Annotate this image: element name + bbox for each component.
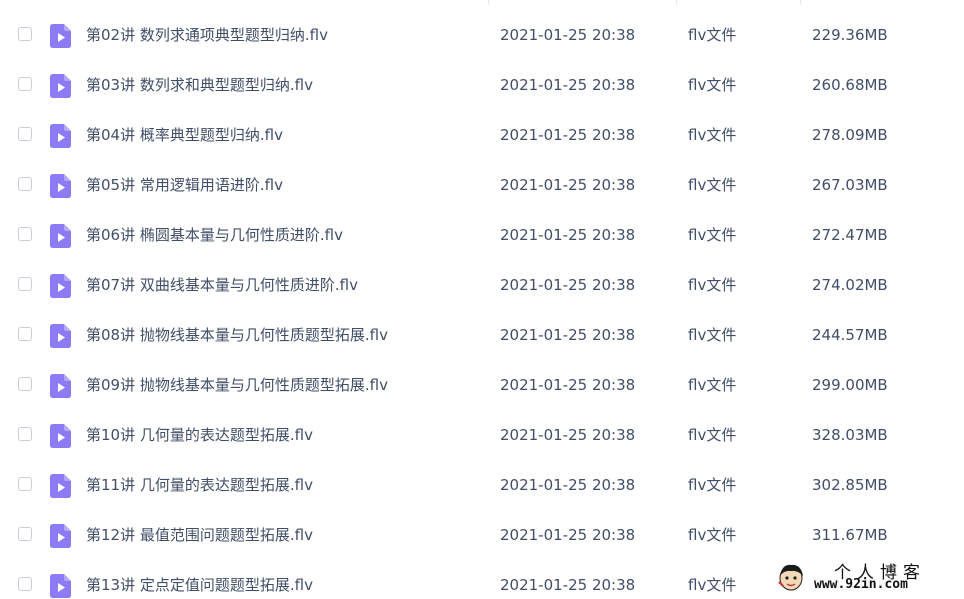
file-modified-date: 2021-01-25 20:38 <box>500 376 636 394</box>
row-checkbox[interactable] <box>18 327 32 341</box>
video-file-icon <box>50 174 71 198</box>
file-size: 244.57MB <box>812 326 888 344</box>
file-type: flv文件 <box>688 26 737 44</box>
video-file-icon <box>50 324 71 348</box>
file-type: flv文件 <box>688 176 737 194</box>
file-name[interactable]: 第03讲 数列求和典型题型归纳.flv <box>86 74 313 96</box>
row-checkbox[interactable] <box>18 277 32 291</box>
file-list: 第02讲 数列求通项典型题型归纳.flv 2021-01-25 20:38 fl… <box>0 0 964 599</box>
file-size: 267.03MB <box>812 176 888 194</box>
file-modified-date: 2021-01-25 20:38 <box>500 576 636 594</box>
file-type: flv文件 <box>688 276 737 294</box>
cartoon-face-icon <box>778 564 803 591</box>
file-size: 328.03MB <box>812 426 888 444</box>
file-modified-date: 2021-01-25 20:38 <box>500 26 636 44</box>
file-size: 260.68MB <box>812 76 888 94</box>
row-checkbox[interactable] <box>18 177 32 191</box>
row-checkbox[interactable] <box>18 427 32 441</box>
row-checkbox[interactable] <box>18 377 32 391</box>
video-file-icon <box>50 524 71 548</box>
file-type: flv文件 <box>688 526 737 544</box>
file-size: 302.85MB <box>812 476 888 494</box>
file-row[interactable]: 第05讲 常用逻辑用语进阶.flv 2021-01-25 20:38 flv文件… <box>0 155 964 205</box>
file-size: 229.36MB <box>812 26 888 44</box>
file-row[interactable]: 第03讲 数列求和典型题型归纳.flv 2021-01-25 20:38 flv… <box>0 55 964 105</box>
file-row[interactable]: 第12讲 最值范围问题题型拓展.flv 2021-01-25 20:38 flv… <box>0 505 964 555</box>
row-checkbox[interactable] <box>18 77 32 91</box>
file-name[interactable]: 第05讲 常用逻辑用语进阶.flv <box>86 174 283 196</box>
file-type: flv文件 <box>688 326 737 344</box>
file-modified-date: 2021-01-25 20:38 <box>500 76 636 94</box>
video-file-icon <box>50 124 71 148</box>
file-name[interactable]: 第09讲 抛物线基本量与几何性质题型拓展.flv <box>86 374 388 396</box>
file-name[interactable]: 第10讲 几何量的表达题型拓展.flv <box>86 424 313 446</box>
file-size: 274.02MB <box>812 276 888 294</box>
file-modified-date: 2021-01-25 20:38 <box>500 126 636 144</box>
file-size: 272.47MB <box>812 226 888 244</box>
file-type: flv文件 <box>688 126 737 144</box>
file-type: flv文件 <box>688 426 737 444</box>
row-checkbox[interactable] <box>18 527 32 541</box>
video-file-icon <box>50 74 71 98</box>
file-row[interactable]: 第10讲 几何量的表达题型拓展.flv 2021-01-25 20:38 flv… <box>0 405 964 455</box>
file-row[interactable]: 第11讲 几何量的表达题型拓展.flv 2021-01-25 20:38 flv… <box>0 455 964 505</box>
file-row[interactable]: 第07讲 双曲线基本量与几何性质进阶.flv 2021-01-25 20:38 … <box>0 255 964 305</box>
row-checkbox[interactable] <box>18 577 32 591</box>
file-name[interactable]: 第02讲 数列求通项典型题型归纳.flv <box>86 24 328 46</box>
video-file-icon <box>50 24 71 48</box>
file-row[interactable]: 第02讲 数列求通项典型题型归纳.flv 2021-01-25 20:38 fl… <box>0 5 964 55</box>
file-name[interactable]: 第11讲 几何量的表达题型拓展.flv <box>86 474 313 496</box>
file-name[interactable]: 第07讲 双曲线基本量与几何性质进阶.flv <box>86 274 358 296</box>
file-modified-date: 2021-01-25 20:38 <box>500 526 636 544</box>
file-row[interactable]: 第08讲 抛物线基本量与几何性质题型拓展.flv 2021-01-25 20:3… <box>0 305 964 355</box>
file-row[interactable]: 第06讲 椭圆基本量与几何性质进阶.flv 2021-01-25 20:38 f… <box>0 205 964 255</box>
watermark: 个人博客 www.92in.com <box>770 558 960 596</box>
file-name[interactable]: 第04讲 概率典型题型归纳.flv <box>86 124 283 146</box>
video-file-icon <box>50 274 71 298</box>
watermark-url: www.92in.com <box>814 577 908 592</box>
file-type: flv文件 <box>688 376 737 394</box>
file-name[interactable]: 第12讲 最值范围问题题型拓展.flv <box>86 524 313 546</box>
file-row[interactable]: 第04讲 概率典型题型归纳.flv 2021-01-25 20:38 flv文件… <box>0 105 964 155</box>
file-row[interactable]: 第09讲 抛物线基本量与几何性质题型拓展.flv 2021-01-25 20:3… <box>0 355 964 405</box>
file-type: flv文件 <box>688 226 737 244</box>
file-modified-date: 2021-01-25 20:38 <box>500 476 636 494</box>
video-file-icon <box>50 424 71 448</box>
video-file-icon <box>50 374 71 398</box>
row-checkbox[interactable] <box>18 127 32 141</box>
file-name[interactable]: 第13讲 定点定值问题题型拓展.flv <box>86 574 313 596</box>
video-file-icon <box>50 224 71 248</box>
file-type: flv文件 <box>688 76 737 94</box>
row-checkbox[interactable] <box>18 27 32 41</box>
file-name[interactable]: 第06讲 椭圆基本量与几何性质进阶.flv <box>86 224 343 246</box>
row-checkbox[interactable] <box>18 477 32 491</box>
video-file-icon <box>50 474 71 498</box>
video-file-icon <box>50 574 71 598</box>
file-modified-date: 2021-01-25 20:38 <box>500 426 636 444</box>
file-size: 311.67MB <box>812 526 888 544</box>
file-modified-date: 2021-01-25 20:38 <box>500 276 636 294</box>
file-modified-date: 2021-01-25 20:38 <box>500 226 636 244</box>
file-size: 299.00MB <box>812 376 888 394</box>
file-modified-date: 2021-01-25 20:38 <box>500 176 636 194</box>
file-type: flv文件 <box>688 576 737 594</box>
file-modified-date: 2021-01-25 20:38 <box>500 326 636 344</box>
file-name[interactable]: 第08讲 抛物线基本量与几何性质题型拓展.flv <box>86 324 388 346</box>
file-size: 278.09MB <box>812 126 888 144</box>
file-type: flv文件 <box>688 476 737 494</box>
row-checkbox[interactable] <box>18 227 32 241</box>
